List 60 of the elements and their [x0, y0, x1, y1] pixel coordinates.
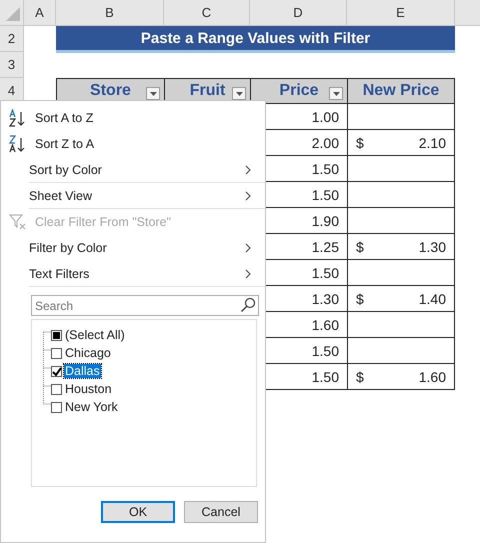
- heading-label: Price: [279, 82, 319, 100]
- checkbox[interactable]: [51, 384, 62, 394]
- sort-icon: [9, 135, 27, 153]
- price-value: 1.60: [312, 316, 339, 332]
- row-header[interactable]: 3: [0, 52, 24, 78]
- caret-icon: [236, 92, 242, 96]
- heading-label: Fruit: [190, 82, 226, 100]
- search-icon: [240, 297, 256, 313]
- caret-icon: [150, 92, 156, 96]
- new-price-value: 2.10: [418, 134, 446, 150]
- filter-dropdown-button[interactable]: [232, 87, 246, 100]
- table-title: Paste a Range Values with Filter: [56, 26, 455, 53]
- column-header[interactable]: E: [347, 0, 455, 25]
- column-header[interactable]: D: [250, 0, 347, 25]
- value-item[interactable]: Houston: [64, 382, 113, 396]
- checkbox[interactable]: [51, 366, 62, 376]
- price-value: 1.25: [312, 238, 339, 254]
- cancel-button[interactable]: Cancel: [184, 501, 258, 523]
- price-value: 1.50: [312, 186, 339, 202]
- filter-dropdown-button[interactable]: [329, 87, 343, 100]
- price-value: 1.90: [312, 212, 339, 228]
- price-value: 1.50: [312, 368, 339, 384]
- checkbox[interactable]: [51, 348, 62, 358]
- new-price-value: 1.30: [418, 238, 446, 254]
- menu-item[interactable]: Sort A to Z: [1, 105, 265, 131]
- price-value: 2.00: [312, 134, 339, 150]
- currency-symbol: $: [356, 368, 364, 384]
- heading-label: New Price: [362, 82, 440, 100]
- price-value: 1.50: [312, 264, 339, 280]
- sort-icon: [9, 109, 27, 127]
- value-item[interactable]: New York: [64, 400, 119, 414]
- value-item[interactable]: Dallas: [64, 364, 101, 378]
- price-value: 1.50: [312, 342, 339, 358]
- chevron-right-icon: [245, 165, 251, 175]
- currency-symbol: $: [356, 290, 364, 306]
- heading-label: Store: [90, 82, 131, 100]
- chevron-right-icon: [245, 243, 251, 253]
- price-value: 1.00: [312, 108, 339, 124]
- caret-icon: [332, 92, 340, 96]
- column-header[interactable]: B: [56, 0, 164, 25]
- column-header[interactable]: C: [164, 0, 250, 25]
- menu-item[interactable]: Filter by Color: [1, 235, 265, 261]
- chevron-right-icon: [245, 269, 251, 279]
- filter-dropdown-button[interactable]: [146, 87, 160, 100]
- chevron-right-icon: [245, 191, 251, 201]
- currency-symbol: $: [356, 134, 364, 150]
- value-item[interactable]: (Select All): [64, 328, 126, 342]
- new-price-value: 1.40: [418, 290, 446, 306]
- new-price-value: 1.60: [418, 368, 446, 384]
- column-header[interactable]: A: [24, 0, 56, 25]
- row-header[interactable]: 2: [0, 26, 24, 52]
- currency-symbol: $: [356, 238, 364, 254]
- price-value: 1.30: [312, 290, 339, 306]
- search-field[interactable]: Search: [31, 295, 259, 316]
- checkbox[interactable]: [51, 402, 62, 412]
- value-item[interactable]: Chicago: [64, 346, 112, 360]
- menu-item[interactable]: Sort Z to A: [1, 131, 265, 157]
- price-value: 1.50: [312, 160, 339, 176]
- clear-filter-icon: [9, 214, 27, 230]
- ok-button[interactable]: OK: [101, 501, 175, 523]
